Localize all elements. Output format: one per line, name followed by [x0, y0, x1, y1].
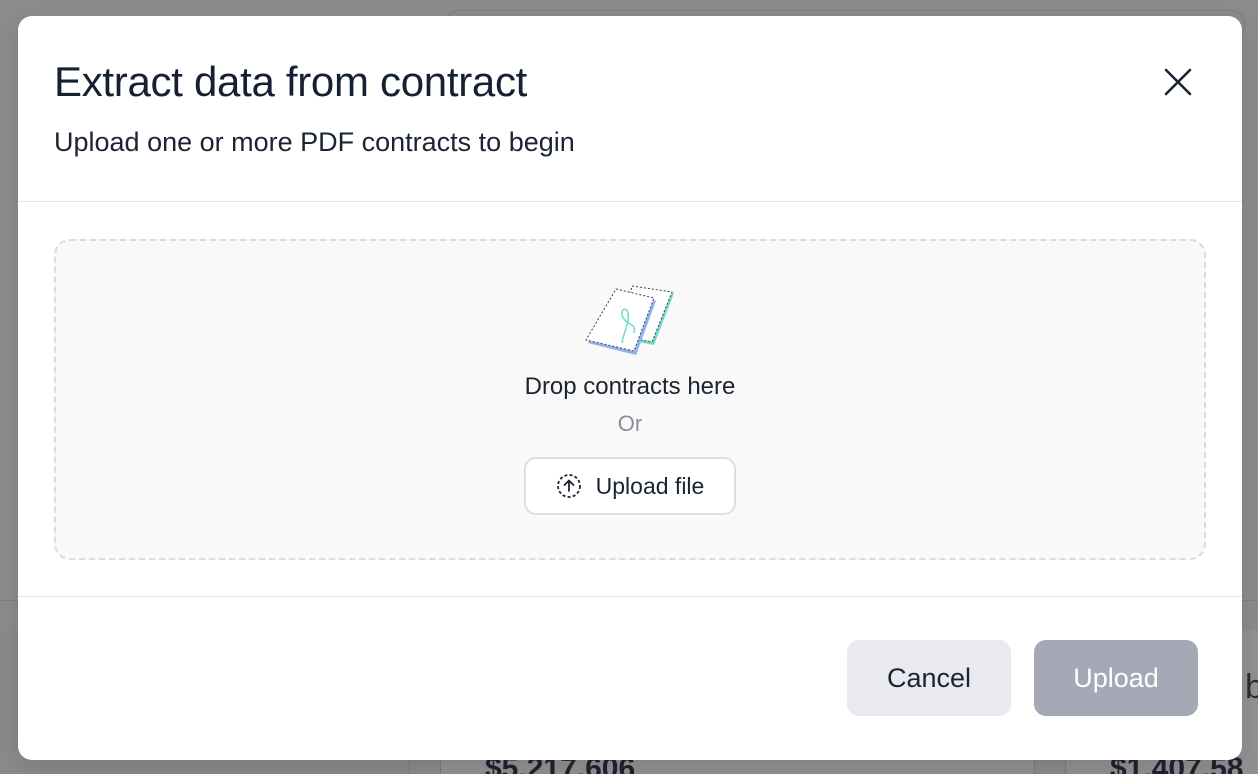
modal-body: Drop contracts here Or Upload file — [18, 202, 1242, 597]
extract-data-modal: Extract data from contract Upload one or… — [18, 16, 1242, 760]
upload-file-label: Upload file — [595, 472, 705, 499]
upload-button[interactable]: Upload — [1034, 640, 1198, 716]
upload-circle-icon — [556, 474, 581, 498]
background-text: b — [1245, 668, 1258, 706]
modal-footer: Cancel Upload — [18, 597, 1242, 759]
upload-file-button[interactable]: Upload file — [524, 457, 736, 515]
modal-header: Extract data from contract Upload one or… — [18, 16, 1242, 202]
documents-illustration — [585, 285, 674, 355]
close-icon — [1164, 68, 1192, 96]
modal-subtitle: Upload one or more PDF contracts to begi… — [54, 127, 575, 157]
dropzone-or-text: Or — [617, 411, 643, 436]
close-button[interactable] — [1160, 64, 1196, 100]
file-dropzone[interactable]: Drop contracts here Or Upload file — [54, 239, 1206, 560]
cancel-button[interactable]: Cancel — [847, 640, 1011, 716]
modal-title: Extract data from contract — [54, 58, 528, 105]
dropzone-title: Drop contracts here — [524, 373, 736, 400]
